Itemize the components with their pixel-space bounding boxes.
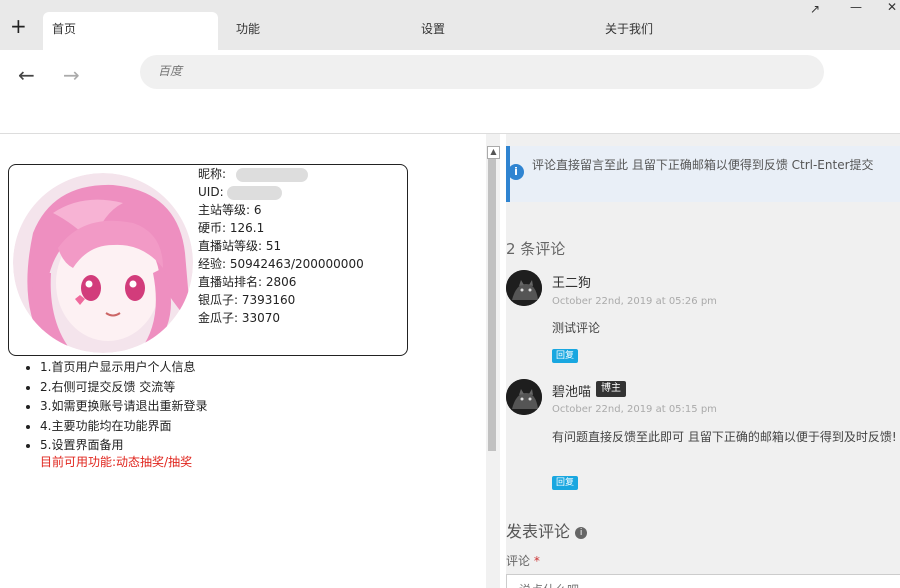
navigation-bar: ← → [0,50,900,134]
gold-value: 33070 [241,311,281,325]
info-icon: i [508,164,524,180]
gold-row: 金瓜子: 33070 [198,309,403,327]
exp-row: 经验: 50942463/200000000 [198,255,403,273]
notes-list: 1.首页用户显示用户个人信息 2.右侧可提交反馈 交流等 3.如需更换账号请退出… [28,358,207,456]
address-bar[interactable] [140,55,824,89]
restore-button[interactable]: ↗ [810,2,820,16]
comment-textarea-box[interactable] [506,574,900,588]
comment-text: 测试评论 [552,321,601,335]
main-level-value: 6 [253,203,262,217]
available-features-text: 目前可用功能:动态抽奖/抽奖 [40,455,193,469]
tab-home[interactable]: 首页 [43,12,218,50]
uid-redacted [227,185,283,200]
coins-row: 硬币: 126.1 [198,219,403,237]
live-rank-value: 2806 [265,275,297,289]
tab-settings-label: 设置 [421,22,446,36]
tab-features[interactable]: 功能 [236,12,386,50]
comment-info-box: i 评论直接留言至此 且留下正确邮箱以便得到反馈 Ctrl-Enter提交 [506,146,900,202]
left-scrollbar[interactable]: ▲ [486,134,500,588]
reply-button[interactable]: 回复 [552,476,579,490]
cat-avatar-icon [506,379,542,415]
live-rank-row: 直播站排名: 2806 [198,273,403,291]
tab-features-label: 功能 [236,22,261,36]
home-panel: 昵称: UID: 主站等级: 6 硬币: 126.1 直播站等级: 51 经验: [0,134,486,588]
comment-date: October 22nd, 2019 at 05:15 pm [552,404,717,415]
comment-date: October 22nd, 2019 at 05:26 pm [552,296,717,307]
nickname-redacted [235,167,308,182]
reply-button[interactable]: 回复 [552,349,579,363]
main-level-label: 主站等级: [198,203,251,217]
address-input[interactable] [156,63,800,79]
cat-avatar-icon [506,270,542,306]
comment-text: 有问题直接反馈至此即可 且留下正确的邮箱以便于得到及时反馈! [552,430,897,444]
admin-badge: 博主 [596,381,626,397]
info-icon[interactable]: i [575,526,588,539]
comment-author[interactable]: 王二狗 [552,272,591,291]
exp-value: 50942463/200000000 [229,257,364,271]
new-tab-button[interactable]: + [10,16,27,36]
comment-author[interactable]: 碧池喵 [552,381,591,400]
tab-about-label: 关于我们 [605,22,654,36]
avatar[interactable] [506,379,542,415]
list-item: 2.右侧可提交反馈 交流等 [40,378,207,398]
silver-label: 银瓜子: [198,293,239,307]
silver-row: 银瓜子: 7393160 [198,291,403,309]
gold-label: 金瓜子: [198,311,239,325]
comment-field-label-text: 评论 [506,554,531,568]
minimize-button[interactable]: — [850,0,862,14]
nickname-row: 昵称: [198,165,403,183]
coins-value: 126.1 [229,221,265,235]
tab-settings[interactable]: 设置 [421,12,571,50]
avatar[interactable] [506,270,542,306]
silver-value: 7393160 [241,293,296,307]
live-rank-label: 直播站排名: [198,275,263,289]
live-level-row: 直播站等级: 51 [198,237,403,255]
tab-about[interactable]: 关于我们 [605,12,755,50]
main-level-row: 主站等级: 6 [198,201,403,219]
scroll-up-button[interactable]: ▲ [487,146,500,159]
profile-avatar [13,173,193,353]
profile-info: 昵称: UID: 主站等级: 6 硬币: 126.1 直播站等级: 51 经验: [198,165,403,327]
coins-label: 硬币: [198,221,227,235]
post-comment-title: 发表评论 i [506,518,588,542]
list-item: 1.首页用户显示用户个人信息 [40,358,207,378]
nickname-label: 昵称: [198,167,227,181]
back-button[interactable]: ← [18,63,35,87]
comments-panel: i 评论直接留言至此 且留下正确邮箱以便得到反馈 Ctrl-Enter提交 2 … [500,134,900,588]
profile-card: 昵称: UID: 主站等级: 6 硬币: 126.1 直播站等级: 51 经验: [8,164,408,356]
comments-content: i 评论直接留言至此 且留下正确邮箱以便得到反馈 Ctrl-Enter提交 2 … [506,134,900,588]
tab-bar: + 首页 功能 设置 关于我们 ↗ — ✕ [0,0,900,50]
post-comment-title-text: 发表评论 [506,522,571,541]
comment-field-label: 评论 * [506,552,540,569]
scroll-thumb[interactable] [488,159,496,451]
comment-textarea[interactable] [517,579,891,588]
uid-row: UID: [198,183,403,201]
required-mark: * [533,554,540,568]
list-item: 4.主要功能均在功能界面 [40,417,207,437]
comment-count-title: 2 条评论 [506,240,566,258]
list-item: 3.如需更换账号请退出重新登录 [40,397,207,417]
forward-button[interactable]: → [63,63,80,87]
close-button[interactable]: ✕ [887,0,897,14]
comment-info-text: 评论直接留言至此 且留下正确邮箱以便得到反馈 Ctrl-Enter提交 [532,158,874,172]
uid-label: UID: [198,185,224,199]
exp-label: 经验: [198,257,227,271]
tab-home-label: 首页 [52,22,77,36]
anime-girl-avatar-image [13,173,193,353]
live-level-label: 直播站等级: [198,239,263,253]
live-level-value: 51 [265,239,282,253]
